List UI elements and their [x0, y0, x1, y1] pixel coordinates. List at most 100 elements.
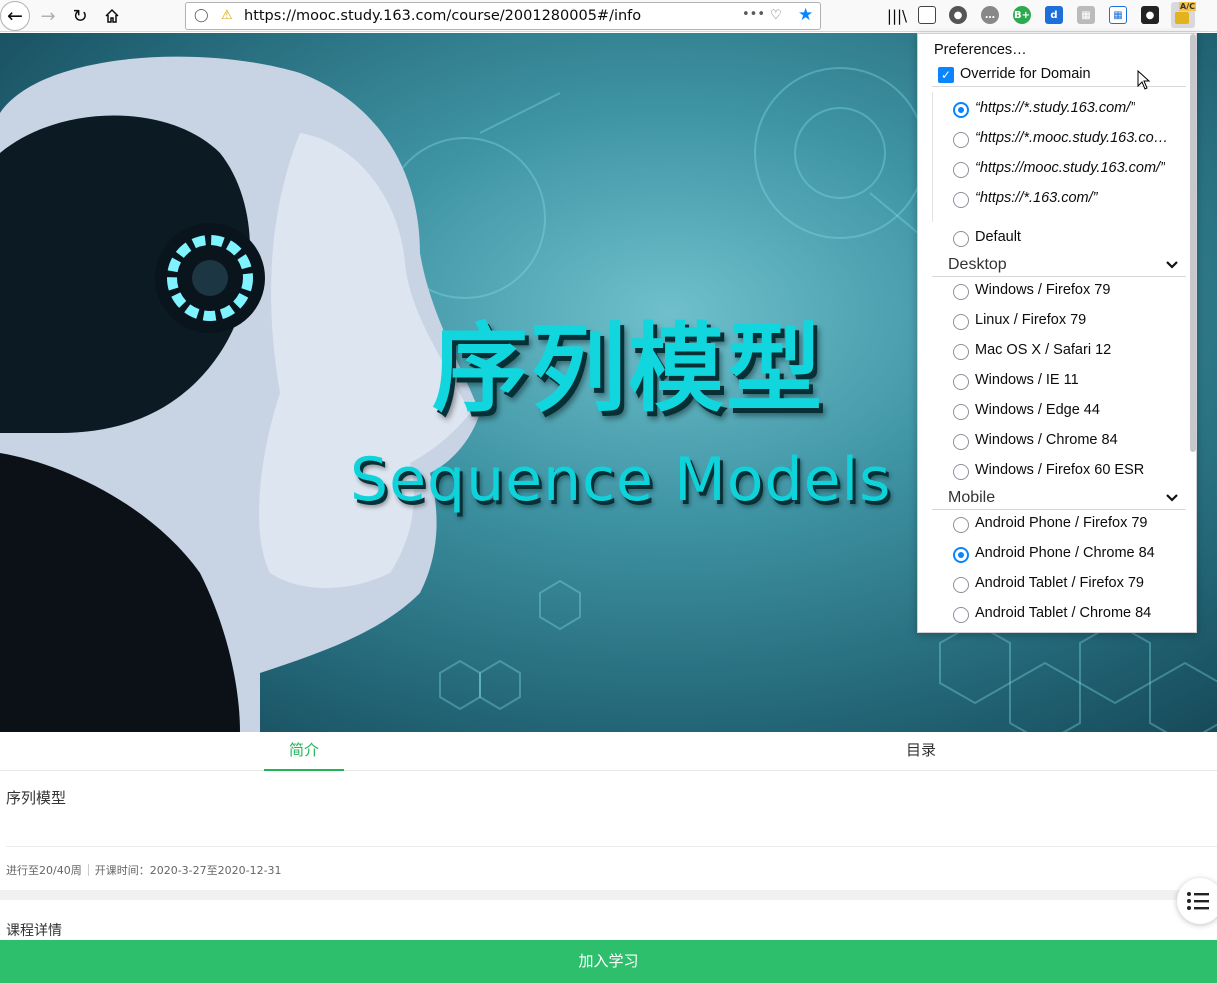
banner-title: 序列模型 [432, 313, 824, 425]
radio-domain-2[interactable] [953, 132, 969, 148]
divider [932, 509, 1186, 510]
book-icon: ▦ [1081, 9, 1091, 21]
user-agent-icon [1175, 12, 1189, 24]
radio-mobile-1[interactable] [953, 517, 969, 533]
course-meta: 进行至20/40周 开课时间：2020-3-27至2020-12-31 [6, 862, 282, 878]
calendar-icon: ▦ [1113, 9, 1123, 21]
radio-domain-4[interactable] [953, 192, 969, 208]
radio-desktop-4[interactable] [953, 374, 969, 390]
extension-chat-button[interactable]: … [981, 6, 999, 24]
library-icon: |||\ [886, 7, 908, 25]
back-button[interactable]: ← [0, 1, 30, 31]
domain-label: “https://*.study.163.com/” [975, 100, 1136, 116]
divider [6, 846, 1217, 847]
join-course-button[interactable]: 加入学习 [0, 940, 1217, 983]
library-button[interactable]: |||\ [883, 3, 911, 29]
radio-desktop-3[interactable] [953, 344, 969, 360]
ua-label: Windows / Firefox 79 [975, 282, 1111, 298]
ua-label: Windows / Edge 44 [975, 402, 1100, 418]
domain-label: “https://*.163.com/” [975, 190, 1098, 206]
pocket-icon[interactable]: ♡ [770, 8, 782, 23]
radio-default[interactable] [953, 231, 969, 247]
extension-b-button[interactable]: B+ [1013, 6, 1031, 24]
radio-mobile-3[interactable] [953, 577, 969, 593]
tab-intro[interactable]: 简介 [264, 732, 344, 771]
section-gap [0, 890, 1217, 900]
radio-mobile-2[interactable] [953, 547, 969, 563]
tab-catalog[interactable]: 目录 [881, 732, 961, 771]
default-label: Default [975, 229, 1021, 245]
user-agent-switcher-button[interactable]: A/C [1171, 2, 1196, 28]
course-schedule: 开课时间：2020-3-27至2020-12-31 [94, 864, 282, 877]
radio-mobile-4[interactable] [953, 607, 969, 623]
shield-icon[interactable]: ◯ [194, 8, 209, 23]
extension-calendar-button[interactable]: ▦ [1109, 6, 1127, 24]
radio-domain-1[interactable] [953, 102, 969, 118]
reload-icon: ↻ [72, 5, 88, 27]
banner-subtitle: Sequence Models [350, 445, 892, 515]
course-name: 序列模型 [6, 789, 67, 807]
arrow-left-icon: ← [7, 5, 23, 27]
ua-label: Windows / Firefox 60 ESR [975, 462, 1145, 478]
radio-desktop-2[interactable] [953, 314, 969, 330]
chevron-down-icon[interactable] [1165, 258, 1179, 272]
desktop-section-title[interactable]: Desktop [948, 256, 1007, 274]
ua-badge: A/C [1179, 2, 1196, 11]
account-icon: ● [953, 9, 963, 21]
url-text[interactable]: https://mooc.study.163.com/course/200128… [244, 8, 641, 24]
toc-button[interactable] [1177, 878, 1217, 924]
ua-label: Android Phone / Chrome 84 [975, 545, 1155, 561]
chevron-down-icon[interactable] [1165, 491, 1179, 505]
insecure-warning-icon[interactable]: ⚠ [221, 8, 233, 23]
ua-label: Windows / IE 11 [975, 372, 1079, 388]
domain-group-line [932, 92, 933, 222]
mask-icon: ● [1145, 9, 1155, 21]
list-icon [1187, 892, 1209, 910]
override-checkbox[interactable]: ✓ [938, 67, 954, 83]
user-agent-panel: Preferences… ✓ Override for Domain “http… [917, 33, 1197, 633]
ua-label: Android Tablet / Firefox 79 [975, 575, 1144, 591]
account-button[interactable]: ● [949, 6, 967, 24]
meta-separator [87, 864, 89, 876]
tab-intro-label: 简介 [288, 741, 319, 759]
forward-button[interactable]: → [34, 3, 62, 29]
course-tabs: 简介 目录 [0, 732, 1217, 771]
course-details-title: 课程详情 [6, 923, 62, 939]
course-progress: 进行至20/40周 [6, 864, 82, 877]
radio-desktop-7[interactable] [953, 464, 969, 480]
page-actions-icon[interactable]: ••• [742, 7, 765, 22]
radio-desktop-1[interactable] [953, 284, 969, 300]
ua-label: Android Tablet / Chrome 84 [975, 605, 1152, 621]
url-bar[interactable]: ◯ ⚠ https://mooc.study.163.com/course/20… [185, 2, 821, 30]
home-button[interactable] [98, 3, 126, 29]
preferences-link[interactable]: Preferences… [934, 42, 1196, 58]
chat-icon: … [985, 9, 995, 21]
extension-mask-button[interactable]: ● [1141, 6, 1159, 24]
divider [932, 276, 1186, 277]
domain-label: “https://*.mooc.study.163.co… [975, 130, 1169, 146]
extension-reader-button[interactable]: ▦ [1077, 6, 1095, 24]
ua-label: Linux / Firefox 79 [975, 312, 1087, 328]
mouse-cursor-icon [1137, 70, 1151, 90]
panel-scrollbar[interactable] [1190, 34, 1196, 452]
domain-label: “https://mooc.study.163.com/” [975, 160, 1165, 176]
bookmark-star-icon[interactable]: ★ [798, 5, 813, 25]
tab-catalog-label: 目录 [905, 741, 936, 759]
browser-toolbar: ← → ↻ ◯ ⚠ https://mooc.study.163.com/cou… [0, 0, 1217, 32]
extension-d-button[interactable]: d [1045, 6, 1063, 24]
arrow-right-icon: → [40, 5, 56, 27]
home-icon [105, 8, 119, 23]
ua-label: Android Phone / Firefox 79 [975, 515, 1148, 531]
radio-desktop-6[interactable] [953, 434, 969, 450]
b-plus-icon: B+ [1013, 9, 1030, 21]
d-icon: d [1050, 9, 1058, 21]
active-tab-indicator [264, 769, 344, 771]
radio-desktop-5[interactable] [953, 404, 969, 420]
override-label[interactable]: Override for Domain [960, 66, 1196, 82]
radio-domain-3[interactable] [953, 162, 969, 178]
reload-button[interactable]: ↻ [66, 3, 94, 29]
ua-label: Windows / Chrome 84 [975, 432, 1118, 448]
sidebar-button[interactable] [918, 6, 936, 24]
mobile-section-title[interactable]: Mobile [948, 489, 995, 507]
ua-label: Mac OS X / Safari 12 [975, 342, 1112, 358]
